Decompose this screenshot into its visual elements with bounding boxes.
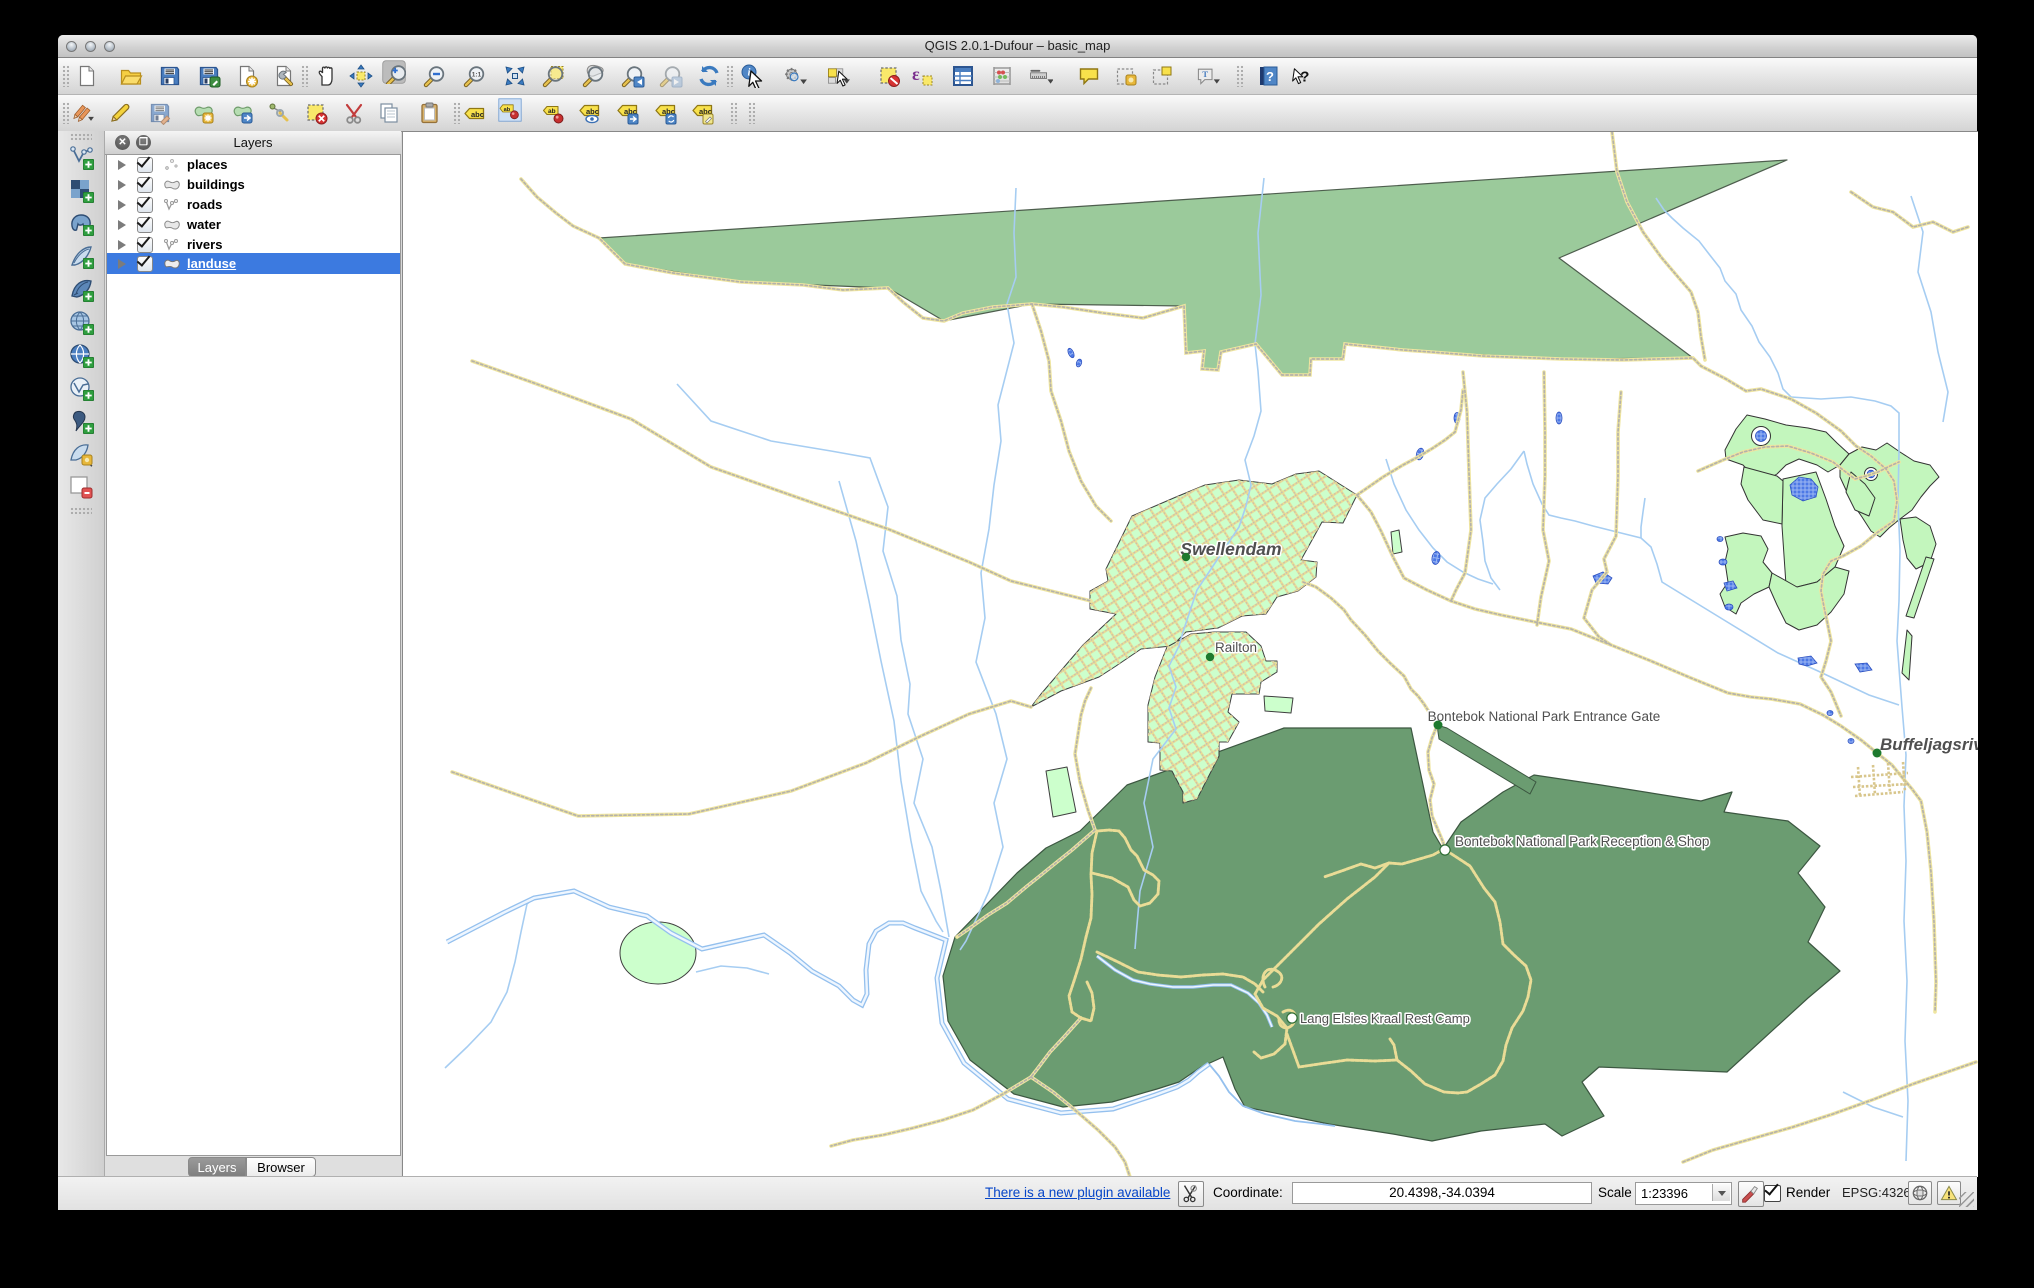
svg-text:ab: ab xyxy=(548,108,556,115)
svg-text:T: T xyxy=(1202,69,1208,79)
svg-text:ab: ab xyxy=(504,107,511,113)
svg-text:Bontebok National Park Entranc: Bontebok National Park Entrance Gate xyxy=(1428,709,1661,724)
svg-text:Swellendam: Swellendam xyxy=(1180,539,1281,559)
svg-text:ε: ε xyxy=(912,64,920,84)
svg-text:Railton: Railton xyxy=(1215,640,1257,655)
svg-text:Lang Elsies Kraal Rest Camp: Lang Elsies Kraal Rest Camp xyxy=(1300,1011,1470,1026)
svg-text:?: ? xyxy=(1266,69,1274,84)
svg-text:1:1: 1:1 xyxy=(472,72,482,79)
svg-text:?: ? xyxy=(1300,69,1309,86)
svg-text:Bontebok National Park Recepti: Bontebok National Park Reception & Shop xyxy=(1455,834,1709,849)
svg-text:Buffeljagsrivier: Buffeljagsrivier xyxy=(1880,735,1978,754)
